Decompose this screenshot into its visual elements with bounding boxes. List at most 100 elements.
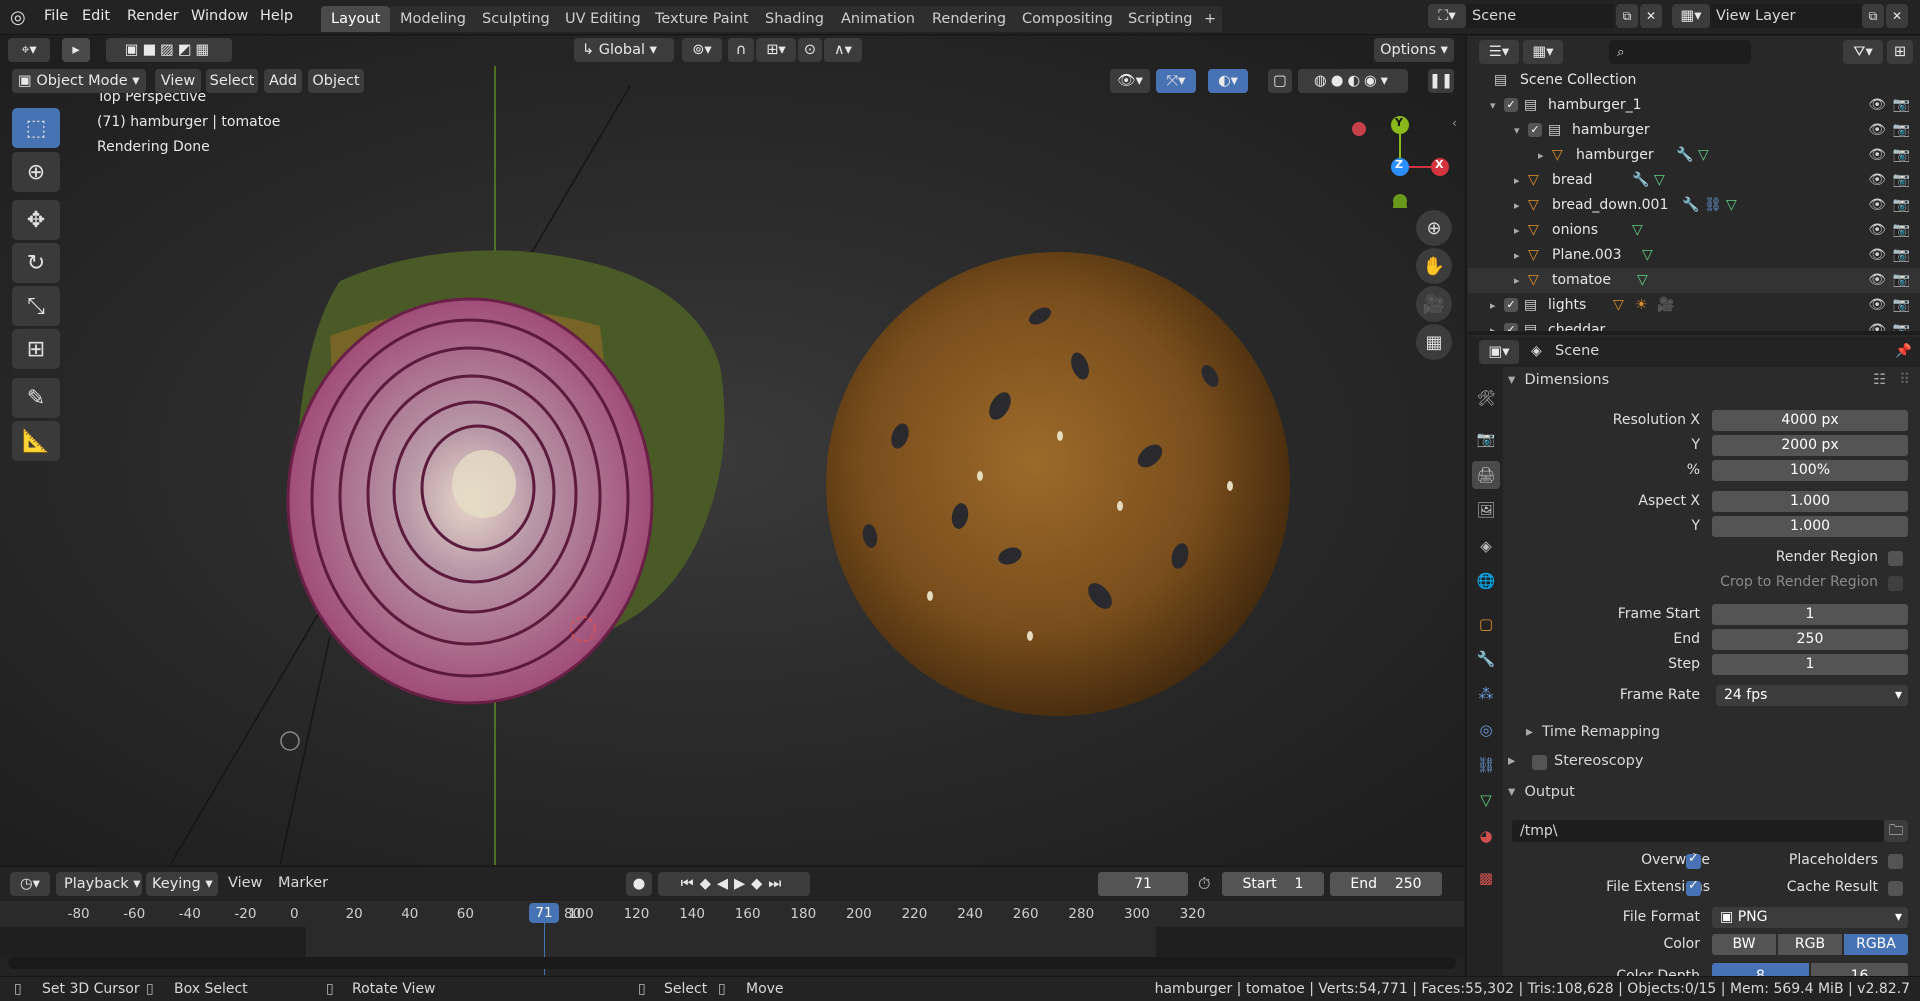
snap-target-icon[interactable]: ⊞▾ [756,38,796,62]
resolution-y-field[interactable]: 2000 px [1712,435,1908,456]
menu-help[interactable]: Help [260,0,293,33]
timeline-scrollbar[interactable] [8,957,1456,969]
tab-compositing[interactable]: Compositing [1012,6,1123,32]
frame-rate-dropdown[interactable]: 24 fps ▾ [1716,685,1908,706]
timeline-editor-type-icon[interactable]: ◷▾ [10,872,50,896]
eye-icon[interactable]: 👁 [1868,193,1886,218]
disclosure-icon[interactable]: ▸ [1514,168,1520,193]
outliner-display-mode-icon[interactable]: ▦▾ [1523,40,1563,64]
outliner-row-onions[interactable]: ▸ ▽ onions ▽ 👁 📷 [1468,218,1920,243]
color-rgba-button[interactable]: RGBA [1844,934,1908,955]
outliner-row-plane[interactable]: ▸ ▽ Plane.003 ▽ 👁 📷 [1468,243,1920,268]
falloff-icon[interactable]: ∧▾ [824,38,862,62]
tab-shading[interactable]: Shading [755,6,834,32]
new-scene-icon[interactable]: ⧉ [1616,4,1638,28]
disclosure-icon[interactable]: ▸ [1514,268,1520,293]
camera-render-icon[interactable]: 📷 [1893,193,1910,218]
tab-sculpting[interactable]: Sculpting [472,6,560,32]
stereoscopy-checkbox[interactable] [1532,755,1547,770]
particles-tab-icon[interactable]: ⁂ [1472,680,1500,708]
camera-render-icon[interactable]: 📷 [1893,118,1910,143]
color-depth-16-button[interactable]: 16 [1811,963,1908,976]
select-menu[interactable]: Select [206,69,258,93]
resolution-percent-field[interactable]: 100% [1712,460,1908,481]
resolution-x-field[interactable]: 4000 px [1712,410,1908,431]
gizmo-toggle-icon[interactable]: ⤧▾ [1156,69,1196,93]
navigation-gizmo[interactable]: Y Z X [1386,108,1478,208]
eye-icon[interactable]: 👁 [1868,218,1886,243]
modifier-icon[interactable]: 🔧 [1682,193,1699,218]
file-format-dropdown[interactable]: ▣ PNG ▾ [1712,907,1908,928]
snap-toggle-icon[interactable]: ∩ [728,38,754,62]
add-menu[interactable]: Add [264,69,302,93]
view-layer-tab-icon[interactable]: 🖼 [1472,496,1500,524]
outliner-row-hamburger-1[interactable]: ▾ ✓ ▤ hamburger_1 👁 📷 [1468,93,1920,118]
texture-tab-icon[interactable]: ▩ [1472,864,1500,892]
pause-render-icon[interactable]: ❚❚ [1428,69,1454,93]
eye-icon[interactable]: 👁 [1868,293,1886,318]
mesh-data-icon[interactable]: ▽ [1632,218,1643,243]
tab-rendering[interactable]: Rendering [922,6,1017,32]
collection-checkbox[interactable]: ✓ [1504,323,1518,331]
start-frame-field[interactable]: Start 1 [1222,872,1324,896]
selection-mode-icons[interactable]: ▣■▨◩▦ [106,38,232,62]
tool-rotate-icon[interactable]: ↻ [12,243,60,283]
properties-editor-type-icon[interactable]: ▣▾ [1479,340,1519,364]
timeline-view-menu[interactable]: View [228,875,262,891]
tool-tab-icon[interactable]: 🛠 [1472,384,1500,412]
delete-view-layer-icon[interactable]: ✕ [1886,4,1908,28]
drag-handle-icon[interactable]: ⠿ [1899,368,1910,393]
constraint-icon[interactable]: ⛓ [1704,193,1722,218]
color-depth-8-button[interactable]: 8 [1712,963,1809,976]
mesh-data-icon[interactable]: ▽ [1637,268,1648,293]
timeline-marker-menu[interactable]: Marker [278,875,328,891]
frame-start-field[interactable]: 1 [1712,604,1908,625]
output-path-input[interactable]: /tmp\ [1512,820,1884,842]
menu-edit[interactable]: Edit [82,0,110,33]
eye-icon[interactable]: 👁 [1868,268,1886,293]
aspect-y-field[interactable]: 1.000 [1712,516,1908,537]
playback-controls-icons[interactable]: ⏮◆◀▶◆⏭ [658,872,810,896]
tool-cursor-icon[interactable]: ⊕ [12,152,60,192]
outliner-filter-icon[interactable]: ⛛▾ [1843,40,1883,64]
visibility-icon[interactable]: 👁▾ [1110,69,1150,93]
tab-layout[interactable]: Layout [321,6,391,32]
outliner-editor-type-icon[interactable]: ☰▾ [1479,40,1519,64]
crop-region-checkbox[interactable] [1888,576,1903,591]
color-bw-button[interactable]: BW [1712,934,1776,955]
preview-range-icon[interactable]: ⏱ [1198,874,1210,894]
ortho-grid-icon[interactable]: ▦ [1416,324,1452,360]
disclosure-icon[interactable]: ▸ [1514,243,1520,268]
disclosure-icon[interactable]: ▸ [1490,318,1496,331]
camera-render-icon[interactable]: 📷 [1893,168,1910,193]
disclosure-icon[interactable]: ▸ [1490,293,1496,318]
mesh-data-icon[interactable]: ▽ [1642,243,1653,268]
collection-checkbox[interactable]: ✓ [1504,298,1518,312]
current-frame-field[interactable]: 71 [1098,872,1188,896]
collection-checkbox[interactable]: ✓ [1528,123,1542,137]
disclosure-icon[interactable]: ▸ [1514,193,1520,218]
disclosure-icon[interactable]: ▸ [1514,218,1520,243]
mesh-data-icon[interactable]: ▽ [1698,143,1709,168]
eye-icon[interactable]: 👁 [1868,118,1886,143]
presets-icon[interactable]: ☷ [1873,368,1886,393]
dimensions-panel-header[interactable]: ▾ Dimensions ☷ ⠿ [1504,368,1916,393]
physics-tab-icon[interactable]: ◎ [1472,716,1500,744]
view-layer-selector-icon[interactable]: ▦▾ [1672,4,1710,28]
menu-file[interactable]: File [44,0,68,33]
pan-hand-icon[interactable]: ✋ [1416,248,1452,284]
modifiers-tab-icon[interactable]: 🔧 [1472,645,1500,673]
options-dropdown[interactable]: Options ▾ [1374,38,1454,62]
outliner-row-cheddar[interactable]: ▸ ✓ ▤ cheddar 👁 📷 [1468,318,1920,331]
mesh-data-icon[interactable]: ▽ [1726,193,1737,218]
cache-result-checkbox[interactable] [1888,881,1903,896]
tool-transform-icon[interactable]: ⊞ [12,329,60,369]
proportional-edit-icon[interactable]: ⊙ [798,38,822,62]
editor-type-icon[interactable]: ⌖▾ [8,38,50,62]
folder-icon[interactable]: 🗀 [1884,820,1908,842]
playback-menu[interactable]: Playback ▾ [56,872,142,896]
outliner-scene-collection[interactable]: ▤ Scene Collection [1468,68,1920,93]
collection-checkbox[interactable]: ✓ [1504,98,1518,112]
light-icon[interactable]: ☀ [1635,293,1648,318]
eye-icon[interactable]: 👁 [1868,318,1886,331]
